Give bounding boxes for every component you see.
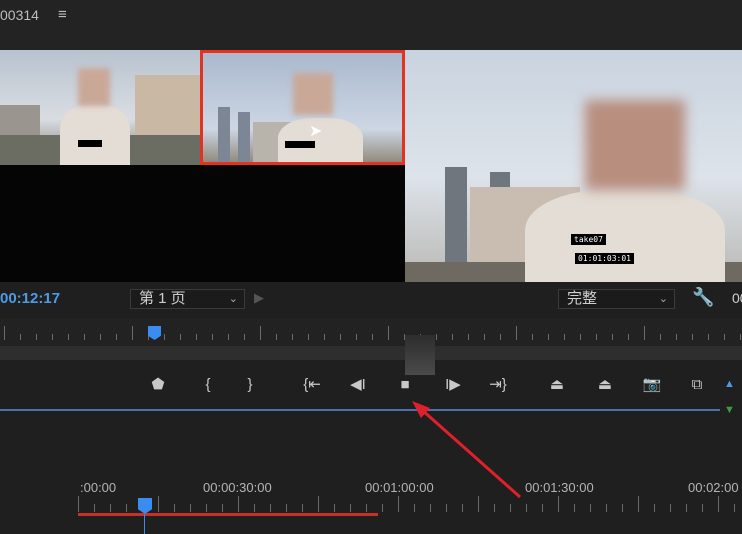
annotation-arrow [412,401,521,499]
